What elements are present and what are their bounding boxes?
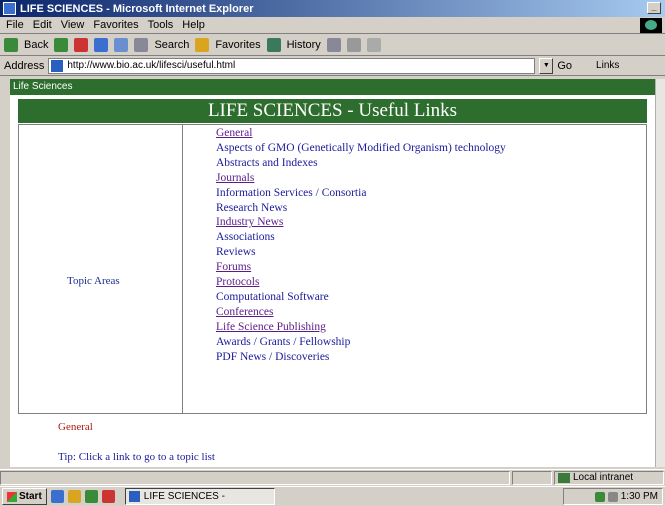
- site-name-strip: Life Sciences: [10, 79, 655, 95]
- intranet-zone-icon: [558, 472, 570, 483]
- go-button[interactable]: Go: [557, 60, 572, 72]
- status-progress-pane: [512, 470, 552, 485]
- window-left-edge: [0, 79, 10, 467]
- menu-view[interactable]: View: [61, 19, 85, 31]
- vertical-scrollbar[interactable]: [655, 79, 665, 467]
- status-text: [0, 470, 510, 485]
- address-label: Address: [4, 59, 45, 72]
- link-forums[interactable]: Forums: [216, 260, 506, 275]
- page-viewport: Life Sciences LIFE SCIENCES - Useful Lin…: [10, 79, 655, 467]
- favorites-button[interactable]: Favorites: [215, 39, 260, 51]
- link-awards-grants[interactable]: Awards / Grants / Fellowship: [216, 335, 506, 350]
- topic-table: Topic Areas General Aspects of GMO (Gene…: [18, 124, 647, 414]
- topic-links-list: General Aspects of GMO (Genetically Modi…: [216, 126, 506, 365]
- general-section-heading: General: [58, 421, 93, 433]
- link-industry-news[interactable]: Industry News: [216, 215, 506, 230]
- link-reviews[interactable]: Reviews: [216, 245, 506, 260]
- tray-clock[interactable]: 1:30 PM: [621, 491, 658, 502]
- link-computational-software[interactable]: Computational Software: [216, 290, 506, 305]
- topic-label-cell: Topic Areas: [19, 125, 183, 413]
- address-dropdown-button[interactable]: ▼: [539, 57, 554, 74]
- refresh-icon[interactable]: [94, 37, 109, 52]
- links-button[interactable]: Links: [596, 60, 619, 71]
- window-title-bar[interactable]: LIFE SCIENCES - Microsoft Internet Explo…: [0, 0, 665, 17]
- link-general[interactable]: General: [216, 126, 506, 141]
- topic-areas-label: Topic Areas: [67, 275, 120, 287]
- start-button[interactable]: Start: [2, 488, 47, 505]
- tray-network-icon[interactable]: [594, 491, 605, 502]
- menu-edit[interactable]: Edit: [33, 19, 52, 31]
- window-title: LIFE SCIENCES - Microsoft Internet Explo…: [20, 2, 254, 15]
- link-protocols[interactable]: Protocols: [216, 275, 506, 290]
- back-button[interactable]: Back: [24, 39, 48, 51]
- menu-favorites[interactable]: Favorites: [93, 19, 138, 31]
- page-title: LIFE SCIENCES - Useful Links: [18, 99, 647, 123]
- page-icon: [51, 59, 64, 72]
- search-button[interactable]: Search: [154, 39, 189, 51]
- task-label: LIFE SCIENCES - Microsoft...: [143, 491, 225, 502]
- taskbar-window-button[interactable]: LIFE SCIENCES - Microsoft...: [124, 488, 275, 505]
- standard-toolbar: Back Search Favorites History: [0, 34, 665, 56]
- address-value: http://www.bio.ac.uk/lifesci/useful.html: [67, 60, 236, 71]
- menu-file[interactable]: File: [6, 19, 24, 31]
- favorites-icon[interactable]: [195, 37, 210, 52]
- back-arrow-icon[interactable]: [4, 37, 18, 52]
- menu-bar: File Edit View Favorites Tools Help: [0, 17, 665, 34]
- link-gmo-technology[interactable]: Aspects of GMO (Genetically Modified Org…: [216, 141, 506, 156]
- menu-tools[interactable]: Tools: [148, 19, 174, 31]
- quicklaunch-app-icon[interactable]: [101, 490, 115, 503]
- history-icon[interactable]: [266, 37, 281, 52]
- link-research-news[interactable]: Research News: [216, 201, 506, 216]
- home-icon[interactable]: [114, 37, 129, 52]
- status-bar: Local intranet: [0, 469, 665, 485]
- quicklaunch-ie-icon[interactable]: [67, 490, 81, 503]
- link-pdf-news[interactable]: PDF News / Discoveries: [216, 350, 506, 365]
- windows-logo-icon: [7, 491, 17, 502]
- windows-taskbar: Start LIFE SCIENCES - Microsoft... 1:30 …: [0, 486, 665, 506]
- ie-app-icon: [3, 2, 16, 15]
- show-desktop-icon[interactable]: [50, 490, 64, 503]
- minimize-button[interactable]: _: [647, 2, 661, 14]
- search-icon[interactable]: [134, 37, 149, 52]
- start-label: Start: [19, 491, 42, 502]
- address-bar: Address http://www.bio.ac.uk/lifesci/use…: [0, 56, 665, 76]
- forward-arrow-icon[interactable]: [54, 37, 69, 52]
- link-journals[interactable]: Journals: [216, 171, 506, 186]
- zone-label: Local intranet: [573, 471, 634, 483]
- link-abstracts-indexes[interactable]: Abstracts and Indexes: [216, 156, 506, 171]
- history-button[interactable]: History: [287, 39, 321, 51]
- tray-volume-icon[interactable]: [607, 491, 618, 502]
- edit-icon[interactable]: [366, 37, 381, 52]
- menu-help[interactable]: Help: [182, 19, 205, 31]
- print-icon[interactable]: [346, 37, 361, 52]
- tip-link[interactable]: Tip: Click a link to go to a topic list: [58, 451, 215, 463]
- link-conferences[interactable]: Conferences: [216, 305, 506, 320]
- system-tray: 1:30 PM: [563, 488, 663, 505]
- address-input[interactable]: http://www.bio.ac.uk/lifesci/useful.html: [48, 57, 536, 74]
- link-associations[interactable]: Associations: [216, 230, 506, 245]
- security-zone: Local intranet: [554, 470, 664, 485]
- link-life-science-publishing[interactable]: Life Science Publishing: [216, 320, 506, 335]
- ie-task-icon: [128, 491, 140, 502]
- quicklaunch-outlook-icon[interactable]: [84, 490, 98, 503]
- stop-icon[interactable]: [74, 37, 89, 52]
- mail-icon[interactable]: [326, 37, 341, 52]
- link-information-services[interactable]: Information Services / Consortia: [216, 186, 506, 201]
- ie-throbber-icon: [640, 18, 662, 33]
